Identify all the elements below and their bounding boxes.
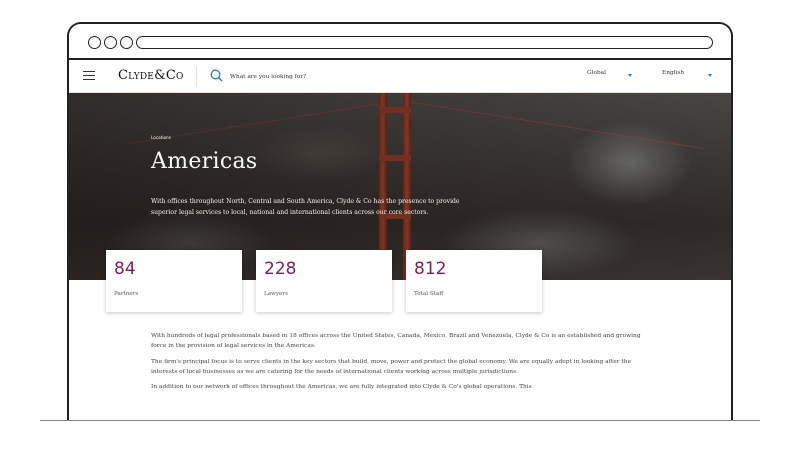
region-select[interactable]: Global xyxy=(587,70,637,84)
body-content: With hundreds of legal professionals bas… xyxy=(151,331,651,397)
menu-icon[interactable] xyxy=(83,71,95,81)
search-icon[interactable] xyxy=(210,69,223,82)
search-input[interactable] xyxy=(230,70,430,84)
stat-card-lawyers: 228 Lawyers xyxy=(256,250,392,312)
header-divider xyxy=(196,66,197,87)
stat-value: 84 xyxy=(114,259,136,279)
stat-value: 228 xyxy=(264,259,297,279)
stat-card-total-staff: 812 Total Staff xyxy=(406,250,542,312)
caret-down-icon xyxy=(628,74,632,77)
window-close-button[interactable] xyxy=(88,36,101,49)
stat-label: Partners xyxy=(114,291,139,297)
language-select[interactable]: English xyxy=(662,70,718,84)
address-bar[interactable] xyxy=(136,36,713,49)
stat-label: Total Staff xyxy=(414,291,444,297)
stat-card-partners: 84 Partners xyxy=(106,250,242,312)
body-paragraph: With hundreds of legal professionals bas… xyxy=(151,333,641,350)
body-paragraph: The firm's principal focus is to serve c… xyxy=(151,358,632,375)
browser-window: Clyde&Co Global English Locations Americ… xyxy=(67,22,733,420)
breadcrumb[interactable]: Locations xyxy=(151,135,171,140)
stat-label: Lawyers xyxy=(264,291,288,297)
site-header: Clyde&Co Global English xyxy=(69,60,731,93)
body-paragraph: In addition to our network of offices th… xyxy=(151,384,532,391)
page-baseline xyxy=(40,420,760,421)
region-select-value: Global xyxy=(587,70,606,76)
window-maximize-button[interactable] xyxy=(120,36,133,49)
window-minimize-button[interactable] xyxy=(104,36,117,49)
caret-down-icon xyxy=(708,74,712,77)
stat-value: 812 xyxy=(414,259,447,279)
language-select-value: English xyxy=(662,70,685,76)
site-logo[interactable]: Clyde&Co xyxy=(118,68,184,83)
browser-titlebar xyxy=(69,24,731,58)
hero-description: With offices throughout North, Central a… xyxy=(151,198,460,216)
page-title: Americas xyxy=(151,149,258,174)
